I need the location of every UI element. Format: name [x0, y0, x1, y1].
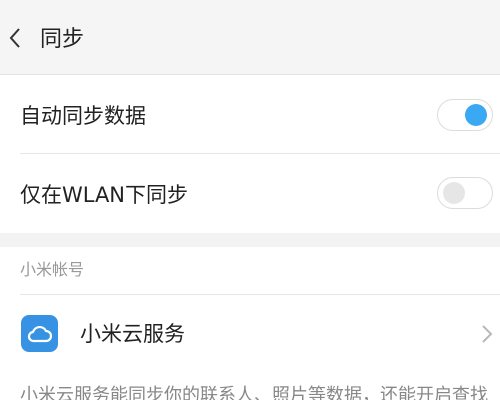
wlan-only-row[interactable]: 仅在WLAN下同步	[0, 155, 500, 233]
account-section-title: 小米帐号	[20, 260, 85, 279]
toggle-knob	[443, 182, 465, 204]
auto-sync-label: 自动同步数据	[20, 104, 146, 128]
mi-cloud-description: 小米云服务能同步你的联系人、照片等数据，还能开启查找	[20, 385, 488, 400]
sync-settings-page: 同步 自动同步数据 仅在WLAN下同步 小米帐号 小米云服务 小米云服务能同步你…	[0, 0, 500, 400]
auto-sync-toggle[interactable]	[437, 99, 493, 131]
section-gap	[0, 233, 500, 247]
page-title: 同步	[40, 27, 85, 52]
header-bar: 同步	[0, 0, 500, 75]
chevron-left-icon	[9, 28, 20, 48]
mi-cloud-label: 小米云服务	[80, 322, 185, 346]
wlan-only-toggle[interactable]	[437, 177, 493, 209]
chevron-right-icon	[482, 325, 493, 343]
wlan-only-label: 仅在WLAN下同步	[20, 183, 189, 207]
mi-cloud-row[interactable]: 小米云服务	[0, 295, 500, 373]
toggle-knob	[465, 104, 487, 126]
divider	[20, 153, 500, 154]
auto-sync-row[interactable]: 自动同步数据	[0, 76, 500, 154]
cloud-icon	[21, 315, 58, 352]
back-button[interactable]	[0, 18, 30, 58]
